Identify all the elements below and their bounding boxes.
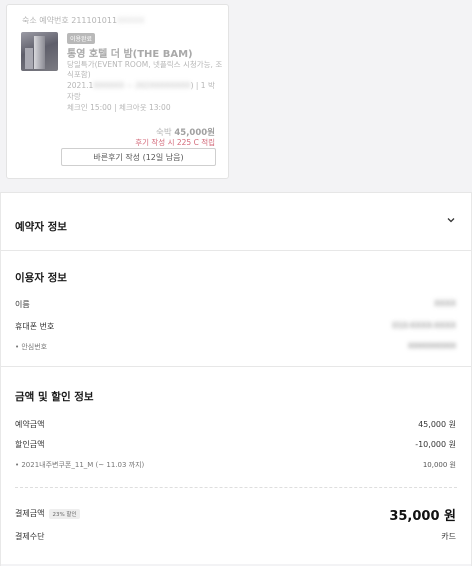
- room-name: 당일특가(EVENT ROOM, 넷플릭스 시청가능, 조식포함): [67, 60, 223, 79]
- phone-value-text: 010-XXXX-XXXX: [392, 321, 456, 330]
- user-section-title: 이용자 정보: [15, 272, 67, 284]
- safe-number-label: • 안심번호: [15, 343, 48, 351]
- reservation-number-label: 숙소 예약번호: [22, 16, 69, 25]
- stay-type: 자랑: [67, 92, 81, 101]
- chevron-down-icon[interactable]: [447, 216, 455, 224]
- phone-label: 휴대폰 번호: [15, 322, 55, 331]
- hotel-name: 통영 호텔 더 밤(THE BAM): [67, 49, 193, 60]
- discount-amount-value: -10,000 원: [415, 440, 456, 449]
- reservation-number-value: 211101011: [71, 16, 118, 25]
- paid-amount-label: 결제금액 23% 할인: [15, 508, 80, 519]
- stay-dates-start: 2021.1: [67, 81, 94, 90]
- payment-section-title: 금액 및 할인 정보: [15, 391, 94, 403]
- dashed-divider: [15, 487, 457, 488]
- used-badge: 이용완료: [67, 33, 96, 44]
- payment-method-value: 카드: [441, 532, 456, 541]
- stay-dates-masked-2: XXXXXXXX: [149, 81, 191, 90]
- booking-amount-value: 45,000 원: [418, 420, 456, 429]
- booking-amount-label: 예약금액: [15, 420, 45, 429]
- discount-amount-label: 할인금액: [15, 440, 45, 449]
- stay-dates-masked: XXXXXX ~ 202: [93, 81, 150, 90]
- paid-amount-label-text: 결제금액: [15, 509, 45, 518]
- stay-dates: 2021.1XXXXXX ~ 202XXXXXXXX) | 1 박: [67, 80, 215, 91]
- divider: [1, 250, 471, 251]
- discount-rate-badge: 23% 할인: [49, 508, 80, 519]
- booker-section-title[interactable]: 예약자 정보: [15, 219, 67, 234]
- check-times: 체크인 15:00 | 체크아웃 13:00: [67, 103, 171, 112]
- reservation-area: 숙소 예약번호 211101011XXXXX 이용완료 통영 호텔 더 밤(TH…: [0, 0, 472, 192]
- payment-method-label: 결제수단: [15, 532, 45, 541]
- reservation-number: 숙소 예약번호 211101011XXXXX: [22, 15, 144, 26]
- paid-amount-value: 35,000 원: [389, 509, 456, 524]
- reservation-card[interactable]: 숙소 예약번호 211101011XXXXX 이용완료 통영 호텔 더 밤(TH…: [6, 4, 229, 179]
- divider: [1, 366, 471, 367]
- hotel-thumbnail: [21, 32, 58, 71]
- review-points: 후기 작성 시 225 C 적립: [135, 138, 215, 147]
- name-label: 이름: [15, 300, 30, 309]
- stay-dates-suffix: ) | 1 박: [190, 81, 215, 90]
- detail-panel: 예약자 정보 이용자 정보 이름 XXXX 휴대폰 번호 010-XXXX-XX…: [0, 192, 472, 566]
- coupon-label: • 2021내주변쿠폰_11_M (~ 11.03 까지): [15, 461, 145, 469]
- reservation-number-masked: XXXXX: [117, 16, 145, 25]
- safe-number-value: XXXXXXXXXX: [408, 342, 456, 350]
- phone-value: 010-XXXX-XXXX: [392, 321, 456, 330]
- write-review-button[interactable]: 바른후기 작성 (12일 남음): [61, 148, 216, 166]
- coupon-value: 10,000 원: [422, 461, 456, 469]
- name-value: XXXX: [434, 299, 456, 308]
